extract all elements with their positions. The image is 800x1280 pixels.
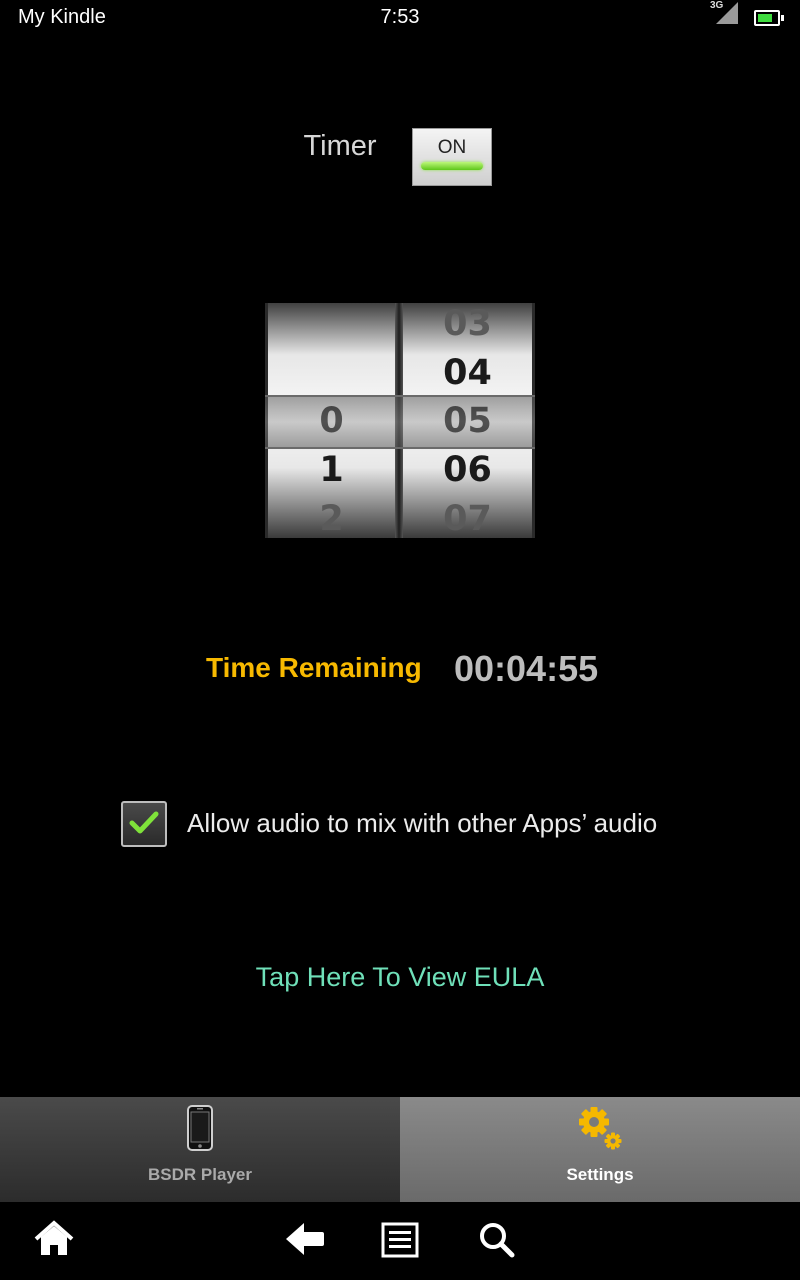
minute-value: 05 (443, 401, 492, 441)
back-button[interactable] (284, 1220, 326, 1263)
screen: My Kindle 7:53 3G Timer ON 0 1 2 03 04 0… (0, 0, 800, 1280)
minute-value: 04 (443, 353, 492, 393)
mix-audio-label: Allow audio to mix with other Apps’ audi… (187, 808, 658, 838)
hour-value: 2 (319, 499, 344, 538)
hour-value: 0 (319, 401, 344, 441)
eula-link[interactable]: Tap Here To View EULA (0, 962, 800, 993)
hour-value: 1 (319, 450, 344, 490)
status-clock: 7:53 (380, 6, 420, 28)
tab-bar: BSDR Player Settings (0, 1097, 800, 1202)
home-icon (34, 1220, 74, 1255)
time-remaining-value: 00:04:55 (454, 648, 599, 689)
home-button[interactable] (33, 1220, 75, 1263)
tab-label: Settings (566, 1165, 634, 1184)
timer-label: Timer (303, 130, 377, 162)
checkmark-icon (129, 811, 159, 834)
battery-icon (754, 10, 784, 26)
gears-icon (579, 1107, 622, 1150)
mix-audio-checkbox[interactable] (121, 801, 167, 847)
toggle-indicator (421, 162, 483, 170)
tab-settings[interactable]: Settings (400, 1097, 800, 1202)
menu-icon (381, 1222, 419, 1258)
time-remaining-label: Time Remaining (206, 652, 422, 683)
minute-value: 06 (443, 450, 492, 490)
timer-toggle-label: ON (437, 137, 467, 158)
minute-value: 07 (443, 499, 492, 538)
hour-wheel[interactable]: 0 1 2 (268, 303, 395, 538)
timer-toggle-button[interactable]: ON (412, 128, 492, 186)
signal-icon: 3G (710, 0, 740, 25)
picker-divider (395, 303, 403, 538)
nav-bar (0, 1202, 800, 1280)
phone-icon (187, 1105, 213, 1151)
minute-wheel[interactable]: 03 04 05 06 07 (403, 303, 532, 538)
status-bar: My Kindle 7:53 3G (0, 0, 800, 36)
time-picker[interactable]: 0 1 2 03 04 05 06 07 (265, 303, 535, 538)
search-icon (480, 1223, 515, 1258)
search-button[interactable] (477, 1220, 517, 1265)
minute-value: 03 (443, 304, 492, 344)
tab-label: BSDR Player (148, 1165, 252, 1184)
menu-button[interactable] (380, 1220, 420, 1265)
back-icon (286, 1223, 324, 1255)
tab-bsdr-player[interactable]: BSDR Player (0, 1097, 400, 1202)
